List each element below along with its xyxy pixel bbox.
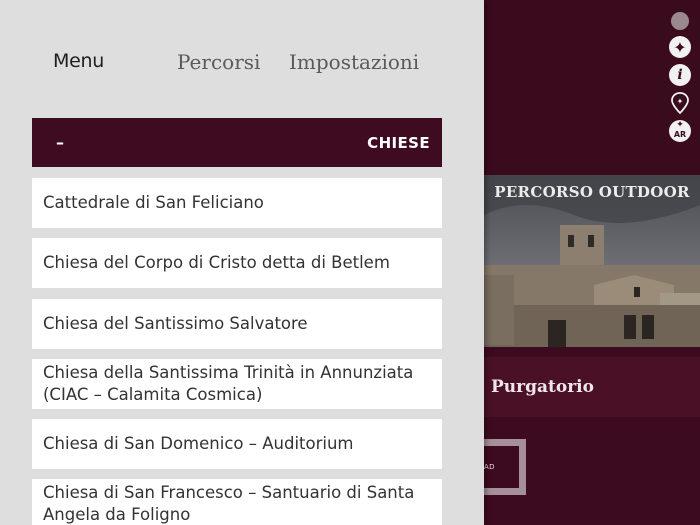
square-action-label: AD [484, 463, 495, 471]
place-name[interactable]: Purgatorio [491, 377, 594, 397]
collapse-toggle[interactable]: – [56, 133, 64, 152]
route-photo-card[interactable]: PERCORSO OUTDOOR [484, 175, 700, 347]
side-toolbar: ✦ i ✦ ✦ AR [668, 12, 692, 148]
tab-menu[interactable]: Menu [53, 50, 104, 72]
list-item[interactable]: Chiesa del Corpo di Cristo detta di Betl… [32, 238, 442, 288]
svg-text:✦: ✦ [677, 97, 684, 106]
map-pin-icon[interactable]: ✦ [670, 92, 690, 114]
list-item[interactable]: Chiesa della Santissima Trinità in Annun… [32, 359, 442, 409]
plus-icon[interactable]: ✦ [669, 36, 691, 58]
category-title: CHIESE [367, 133, 430, 152]
list-item[interactable]: Chiesa del Santissimo Salvatore [32, 299, 442, 349]
tab-percorsi[interactable]: Percorsi [177, 50, 260, 74]
circle-icon[interactable] [671, 12, 689, 30]
list-item[interactable]: Chiesa di San Francesco – Santuario di S… [32, 479, 442, 525]
navigation-drawer: Menu Percorsi Impostazioni – CHIESE Catt… [0, 0, 484, 525]
category-header[interactable]: – CHIESE [32, 118, 442, 167]
ar-icon[interactable]: ✦ AR [669, 120, 691, 142]
info-icon[interactable]: i [669, 64, 691, 86]
tab-impostazioni[interactable]: Impostazioni [289, 50, 419, 74]
route-photo-title: PERCORSO OUTDOOR [494, 183, 690, 201]
drawer-tabs: Menu Percorsi Impostazioni [0, 50, 484, 80]
list-item[interactable]: Cattedrale di San Feliciano [32, 178, 442, 228]
list-item[interactable]: Chiesa di San Domenico – Auditorium [32, 419, 442, 469]
